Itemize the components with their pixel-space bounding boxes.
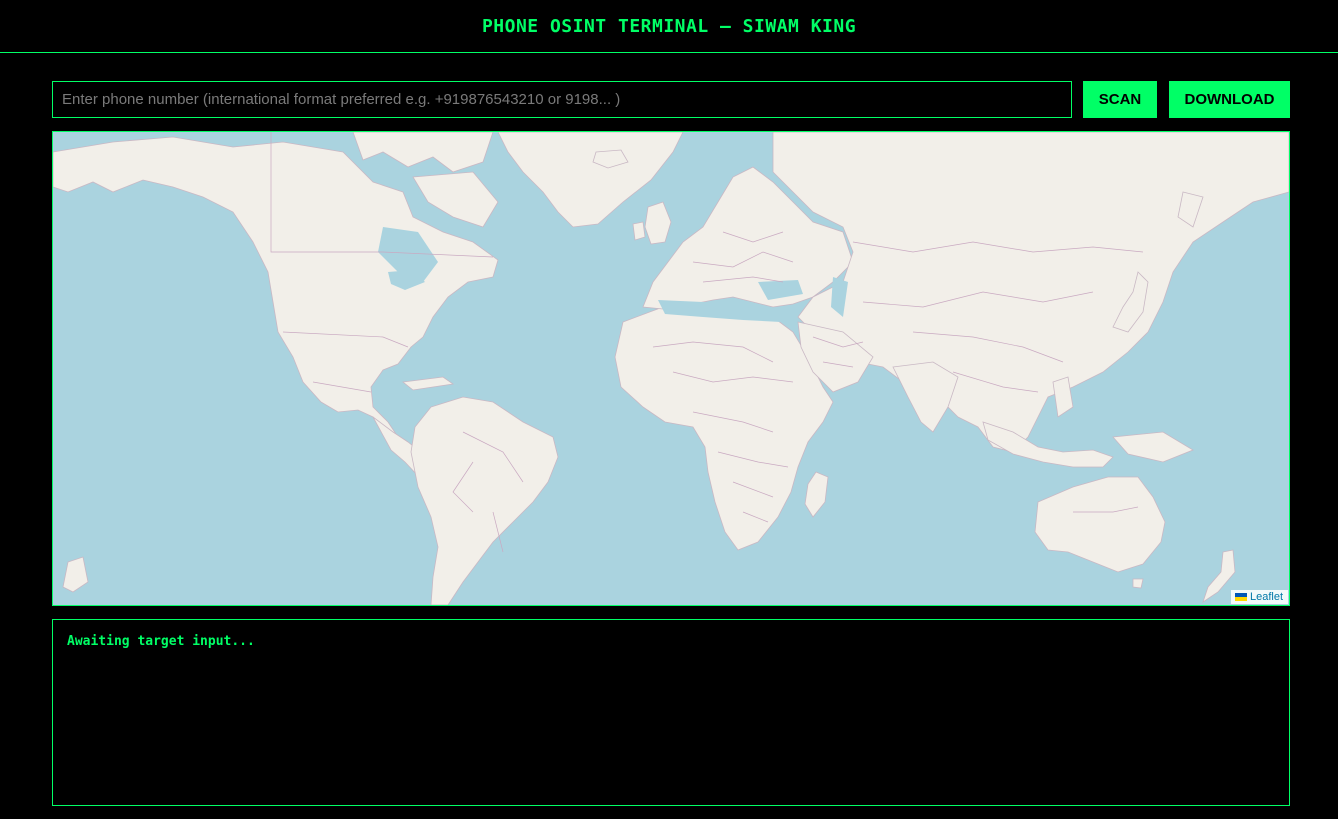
world-map[interactable]: Leaflet <box>52 131 1290 606</box>
map-attribution: Leaflet <box>1230 590 1288 604</box>
madagascar <box>804 471 829 518</box>
map-tiles <box>53 132 1289 605</box>
indonesia <box>982 421 1114 468</box>
ukraine-flag-icon <box>1234 593 1247 601</box>
download-button[interactable]: DOWNLOAD <box>1169 81 1290 118</box>
search-bar: SCAN DOWNLOAD <box>52 81 1290 118</box>
scan-button[interactable]: SCAN <box>1083 81 1157 118</box>
british-isles <box>644 201 672 245</box>
leaflet-link[interactable]: Leaflet <box>1250 591 1283 603</box>
south-america-landmass <box>410 396 559 605</box>
australia-landmass <box>1034 476 1166 573</box>
baffin-island <box>412 171 499 228</box>
arctic-islands <box>352 132 494 173</box>
india-subcontinent <box>892 361 959 433</box>
asia-landmass <box>772 132 1289 453</box>
page-title: PHONE OSINT TERMINAL — SIWAM KING <box>481 15 857 37</box>
console-output-panel: Awaiting target input... <box>52 619 1290 806</box>
phone-number-input[interactable] <box>52 81 1072 118</box>
console-status-text: Awaiting target input... <box>67 634 255 649</box>
app-header: PHONE OSINT TERMINAL — SIWAM KING <box>0 0 1338 53</box>
